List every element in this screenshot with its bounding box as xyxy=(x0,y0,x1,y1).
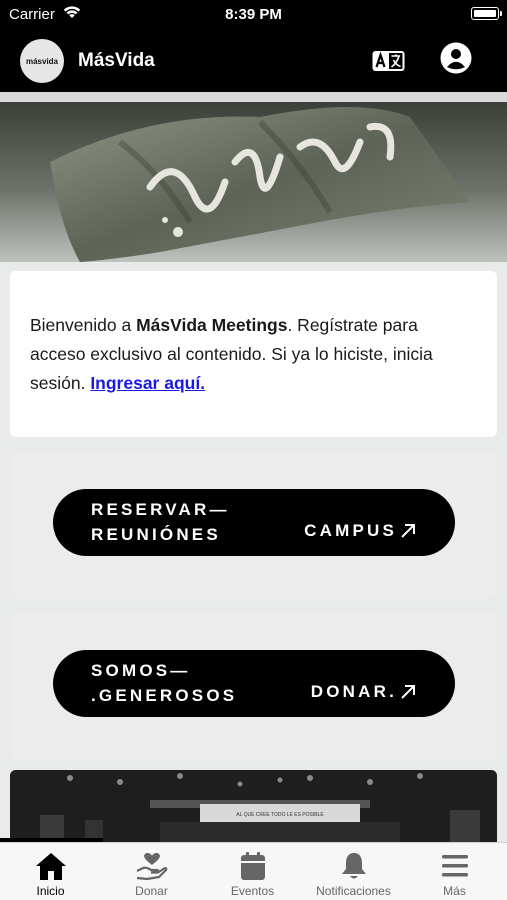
generous-line2: .GENEROSOS xyxy=(91,686,238,705)
stage-sign-text: AL QUE CREE TODO LE ES POSIBLE xyxy=(236,812,324,818)
home-icon xyxy=(0,851,101,885)
tab-bar: Inicio Donar Eventos Notificaciones Más xyxy=(0,842,507,900)
tab-notificaciones[interactable]: Notificaciones xyxy=(303,843,404,900)
profile-icon[interactable] xyxy=(440,42,472,74)
clock: 8:39 PM xyxy=(225,6,282,23)
generosity-card: SOMOS— .GENEROSOS DONAR. xyxy=(10,613,497,759)
calendar-icon xyxy=(202,851,303,885)
status-bar: Carrier 8:39 PM xyxy=(0,0,507,30)
tab-label: Notificaciones xyxy=(316,884,391,898)
app-title: MásVida xyxy=(78,50,155,71)
menu-icon xyxy=(404,851,505,885)
reserve-meetings-card: RESERVAR— REUNIÓNES CAMPUS xyxy=(10,452,497,598)
tab-label: Eventos xyxy=(230,884,275,898)
tab-label: Donar xyxy=(135,884,168,898)
tab-label: Más xyxy=(443,884,466,898)
arrow-up-right-icon xyxy=(401,524,415,538)
arrow-up-right-icon xyxy=(401,685,415,699)
welcome-prefix: Bienvenido a xyxy=(30,315,137,335)
donate-label: DONAR. xyxy=(310,682,397,701)
reserve-meetings-button[interactable]: RESERVAR— REUNIÓNES CAMPUS xyxy=(53,489,455,556)
tab-donar[interactable]: Donar xyxy=(101,843,202,900)
welcome-card: Bienvenido a MásVida Meetings. Regístrat… xyxy=(10,271,497,437)
login-link[interactable]: Ingresar aquí. xyxy=(90,373,205,393)
bell-icon xyxy=(303,851,404,885)
tab-eventos[interactable]: Eventos xyxy=(202,843,303,900)
donate-hand-heart-icon xyxy=(101,851,202,885)
reserve-line1: RESERVAR— xyxy=(91,500,230,519)
stage-photo[interactable]: AL QUE CREE TODO LE ES POSIBLE xyxy=(10,770,497,842)
welcome-brand: MásVida Meetings xyxy=(136,315,288,335)
logo[interactable]: másvida xyxy=(20,39,64,83)
reserve-line2: REUNIÓNES xyxy=(91,525,221,544)
tab-label: Inicio xyxy=(36,884,65,898)
tab-inicio[interactable]: Inicio xyxy=(0,843,101,900)
translate-icon[interactable] xyxy=(372,50,405,72)
hero-flag-image xyxy=(0,102,507,262)
app-header: másvida MásVida xyxy=(0,30,507,92)
tab-mas[interactable]: Más xyxy=(404,843,505,900)
battery-icon xyxy=(471,7,502,20)
donate-button[interactable]: SOMOS— .GENEROSOS DONAR. xyxy=(53,650,455,717)
generous-line1: SOMOS— xyxy=(91,661,191,680)
header-divider xyxy=(0,92,507,102)
campus-label: CAMPUS xyxy=(304,521,397,540)
